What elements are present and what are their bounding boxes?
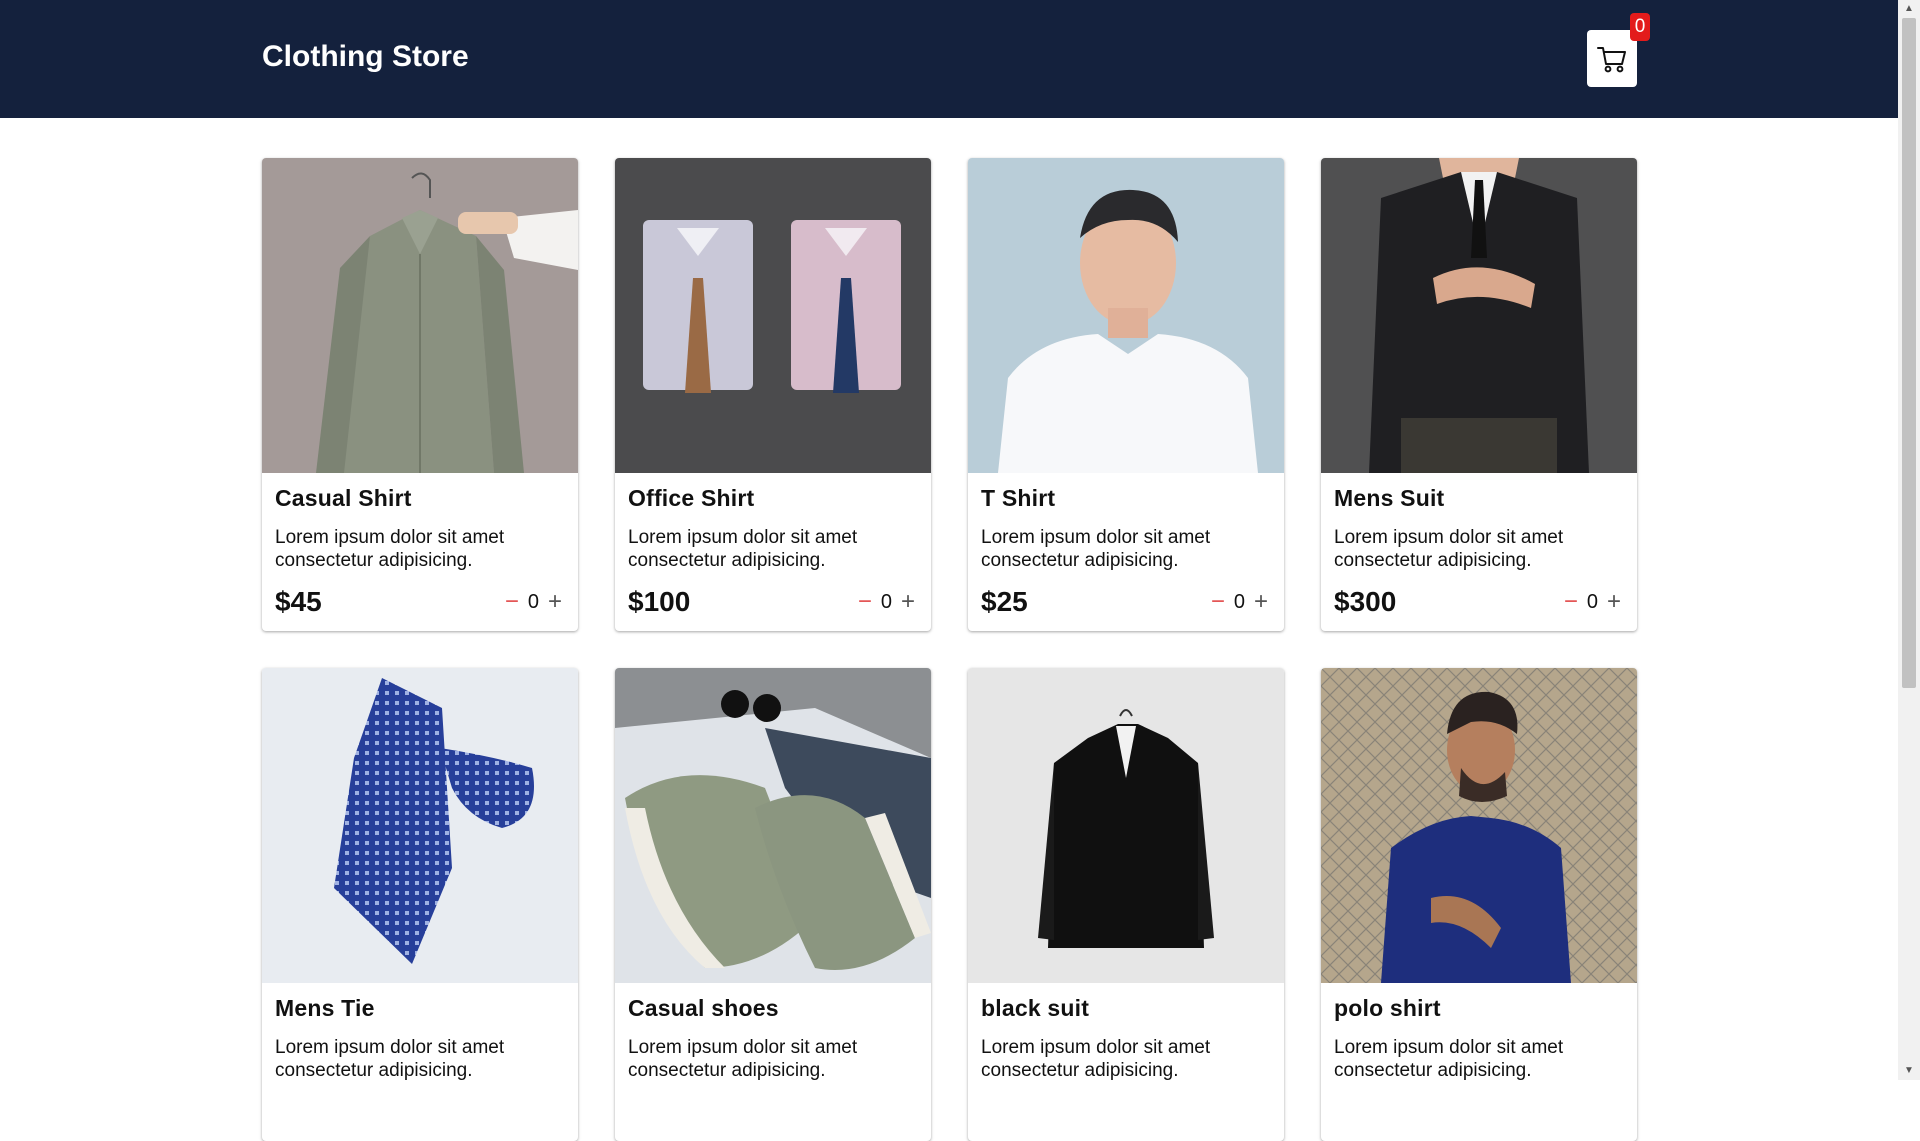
product-image (1321, 158, 1637, 473)
product-price: $25 (981, 586, 1028, 617)
minus-icon[interactable]: − (857, 590, 873, 614)
product-grid: Casual Shirt Lorem ipsum dolor sit amet … (262, 158, 1637, 1141)
plus-icon[interactable]: + (1253, 590, 1269, 614)
product-card: Casual shoes Lorem ipsum dolor sit amet … (615, 668, 931, 1141)
product-card: Mens Suit Lorem ipsum dolor sit amet con… (1321, 158, 1637, 631)
product-description: Lorem ipsum dolor sit amet consectetur a… (1334, 1037, 1564, 1081)
product-image (968, 668, 1284, 983)
product-image (968, 158, 1284, 473)
product-card: Casual Shirt Lorem ipsum dolor sit amet … (262, 158, 578, 631)
product-name: Casual shoes (628, 995, 779, 1021)
product-image (615, 158, 931, 473)
product-name: Mens Tie (275, 995, 375, 1021)
product-description: Lorem ipsum dolor sit amet consectetur a… (628, 1037, 858, 1081)
store-title: Clothing Store (262, 40, 469, 73)
product-name: Mens Suit (1334, 485, 1445, 511)
scrollbar-thumb[interactable] (1902, 18, 1916, 688)
product-price: $100 (628, 586, 691, 617)
product-name: black suit (981, 995, 1090, 1021)
product-image (1321, 668, 1637, 983)
product-description: Lorem ipsum dolor sit amet consectetur a… (275, 527, 505, 571)
product-description: Lorem ipsum dolor sit amet consectetur a… (628, 527, 858, 571)
product-card: T Shirt Lorem ipsum dolor sit amet conse… (968, 158, 1284, 631)
product-name: T Shirt (981, 485, 1056, 511)
product-name: polo shirt (1334, 995, 1441, 1021)
product-image (262, 158, 578, 473)
plus-icon[interactable]: + (900, 590, 916, 614)
cart-count-badge: 0 (1630, 13, 1650, 41)
minus-icon[interactable]: − (1563, 590, 1579, 614)
product-price: $300 (1334, 586, 1397, 617)
quantity-value: 0 (527, 590, 539, 613)
quantity-stepper: − 0 + (1563, 590, 1622, 614)
quantity-stepper: − 0 + (857, 590, 916, 614)
product-card: Office Shirt Lorem ipsum dolor sit amet … (615, 158, 931, 631)
product-description: Lorem ipsum dolor sit amet consectetur a… (981, 527, 1211, 571)
quantity-stepper: − 0 + (1210, 590, 1269, 614)
product-price: $45 (275, 586, 322, 617)
product-card: Mens Tie Lorem ipsum dolor sit amet cons… (262, 668, 578, 1141)
vertical-scrollbar[interactable]: ▲ ▼ (1898, 0, 1920, 1080)
product-name: Casual Shirt (275, 485, 412, 511)
quantity-value: 0 (1586, 590, 1598, 613)
quantity-value: 0 (880, 590, 892, 613)
quantity-value: 0 (1233, 590, 1245, 613)
product-card: polo shirt Lorem ipsum dolor sit amet co… (1321, 668, 1637, 1141)
plus-icon[interactable]: + (547, 590, 563, 614)
product-image (262, 668, 578, 983)
product-description: Lorem ipsum dolor sit amet consectetur a… (275, 1037, 505, 1081)
product-image (615, 668, 931, 983)
minus-icon[interactable]: − (1210, 590, 1226, 614)
plus-icon[interactable]: + (1606, 590, 1622, 614)
scroll-down-arrow-icon[interactable]: ▼ (1898, 1062, 1920, 1080)
product-description: Lorem ipsum dolor sit amet consectetur a… (1334, 527, 1564, 571)
product-card: black suit Lorem ipsum dolor sit amet co… (968, 668, 1284, 1141)
product-description: Lorem ipsum dolor sit amet consectetur a… (981, 1037, 1211, 1081)
product-name: Office Shirt (628, 485, 755, 511)
cart-icon (1597, 46, 1626, 72)
scroll-up-arrow-icon[interactable]: ▲ (1898, 0, 1920, 18)
minus-icon[interactable]: − (504, 590, 520, 614)
quantity-stepper: − 0 + (504, 590, 563, 614)
